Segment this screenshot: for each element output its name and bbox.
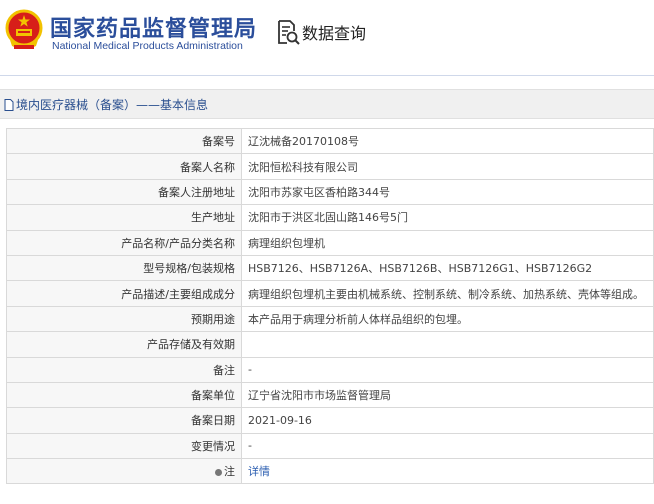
details-link[interactable]: 详情: [248, 465, 270, 478]
field-label: 备案人名称: [6, 153, 242, 180]
table-row: 备案号 辽沈械备20170108号: [6, 127, 654, 155]
field-label-text: 预期用途: [191, 312, 235, 326]
field-label-text: 注: [224, 465, 235, 479]
table-row: 备案单位 辽宁省沈阳市市场监督管理局: [6, 381, 654, 409]
field-value: -: [241, 356, 654, 383]
field-label-text: 备案日期: [191, 414, 235, 428]
breadcrumb: 境内医疗器械（备案）——基本信息: [0, 89, 654, 119]
field-value: 辽沈械备20170108号: [241, 127, 654, 155]
table-row: 备案人名称 沈阳恒松科技有限公司: [6, 153, 654, 180]
field-label-text: 备案单位: [191, 389, 235, 403]
field-value: 病理组织包埋机主要由机械系统、控制系统、制冷系统、加热系统、壳体等组成。: [241, 280, 654, 307]
field-value-text: 病理组织包埋机: [248, 236, 325, 250]
header-divider: [0, 75, 654, 76]
document-icon: [4, 98, 14, 111]
field-label-text: 变更情况: [191, 439, 235, 453]
field-value: -: [241, 432, 654, 460]
field-value-text: 2021-09-16: [248, 413, 312, 427]
site-header: 国家药品监督管理局 National Medical Products Admi…: [0, 0, 654, 66]
field-value-text: -: [248, 439, 252, 453]
field-label: 变更情况: [6, 432, 242, 460]
field-value: 辽宁省沈阳市市场监督管理局: [241, 381, 654, 409]
document-search-icon: [278, 20, 300, 45]
field-value: 2021-09-16: [241, 407, 654, 434]
table-row: 型号规格/包装规格 HSB7126、HSB7126A、HSB7126B、HSB71…: [6, 254, 654, 282]
basic-info-table: 备案号 辽沈械备20170108号 备案人名称 沈阳恒松科技有限公司 备案人注册地址 沈阳…: [6, 127, 654, 485]
field-value-text: 本产品用于病理分析前人体样品组织的包埋。: [248, 312, 468, 326]
field-value-text: 沈阳市于洪区北固山路146号5门: [248, 211, 408, 225]
table-row: 产品存储及有效期: [6, 331, 654, 358]
field-label-text: 备注: [213, 363, 235, 377]
field-value-text: 病理组织包埋机主要由机械系统、控制系统、制冷系统、加热系统、壳体等组成。: [248, 287, 644, 301]
field-label: 备案日期: [6, 407, 242, 434]
table-row: 注详情: [6, 458, 654, 485]
data-query-label: 数据查询: [302, 24, 367, 43]
field-label-text: 型号规格/包装规格: [143, 262, 235, 276]
field-label: 备注: [6, 356, 242, 383]
field-value: HSB7126、HSB7126A、HSB7126B、HSB7126G1、HSB7…: [241, 254, 654, 282]
table-row: 备注 -: [6, 356, 654, 383]
field-label-text: 生产地址: [191, 211, 235, 225]
table-row: 预期用途 本产品用于病理分析前人体样品组织的包埋。: [6, 305, 654, 333]
field-value: 沈阳市苏家屯区香柏路344号: [241, 178, 654, 206]
field-value-text: -: [248, 363, 252, 377]
org-name-en[interactable]: National Medical Products Administration: [52, 40, 243, 52]
org-name-cn[interactable]: 国家药品监督管理局: [50, 11, 257, 43]
field-label: 产品名称/产品分类名称: [6, 229, 242, 256]
field-value[interactable]: 详情: [241, 458, 654, 485]
field-label: 注: [6, 458, 242, 485]
field-value: 沈阳恒松科技有限公司: [241, 153, 654, 180]
field-value: 沈阳市于洪区北固山路146号5门: [241, 204, 654, 231]
field-label: 产品描述/主要组成成分: [6, 280, 242, 307]
field-label: 型号规格/包装规格: [6, 254, 242, 282]
field-value-text: HSB7126、HSB7126A、HSB7126B、HSB7126G1、HSB7…: [248, 262, 593, 276]
field-label: 备案号: [6, 127, 242, 155]
field-value: 病理组织包埋机: [241, 229, 654, 256]
field-value-text: 沈阳市苏家屯区香柏路344号: [248, 185, 390, 199]
table-row: 产品名称/产品分类名称 病理组织包埋机: [6, 229, 654, 256]
pin-icon: [215, 468, 222, 476]
field-value-text: 辽宁省沈阳市市场监督管理局: [248, 389, 391, 403]
national-emblem-icon: [5, 9, 43, 49]
field-value-text: 沈阳恒松科技有限公司: [248, 160, 358, 174]
field-label-text: 产品描述/主要组成成分: [121, 287, 235, 301]
field-label-text: 备案号: [202, 135, 235, 149]
field-label: 生产地址: [6, 204, 242, 231]
table-row: 变更情况 -: [6, 432, 654, 460]
field-label: 备案人注册地址: [6, 178, 242, 206]
table-row: 备案人注册地址 沈阳市苏家屯区香柏路344号: [6, 178, 654, 206]
data-query-link[interactable]: 数据查询: [276, 19, 366, 45]
field-value: 本产品用于病理分析前人体样品组织的包埋。: [241, 305, 654, 333]
field-label-text: 产品存储及有效期: [147, 338, 235, 352]
table-row: 备案日期 2021-09-16: [6, 407, 654, 434]
field-label-text: 产品名称/产品分类名称: [121, 236, 235, 250]
breadcrumb-text: 境内医疗器械（备案）——基本信息: [16, 98, 209, 112]
table-row: 生产地址 沈阳市于洪区北固山路146号5门: [6, 204, 654, 231]
field-value-text: 辽沈械备20170108号: [248, 135, 359, 149]
field-value: [241, 331, 654, 358]
field-label: 备案单位: [6, 381, 242, 409]
field-label: 产品存储及有效期: [6, 331, 242, 358]
field-label: 预期用途: [6, 305, 242, 333]
field-label-text: 备案人注册地址: [158, 185, 235, 199]
field-label-text: 备案人名称: [180, 160, 235, 174]
table-row: 产品描述/主要组成成分 病理组织包埋机主要由机械系统、控制系统、制冷系统、加热系统…: [6, 280, 654, 307]
